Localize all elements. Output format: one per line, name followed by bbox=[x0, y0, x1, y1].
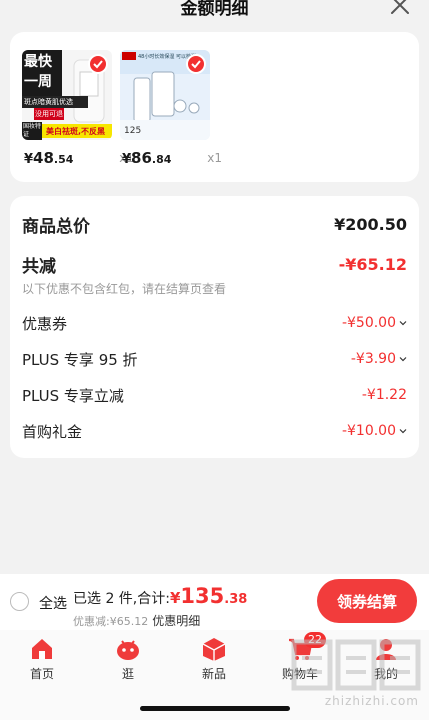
new-products-icon bbox=[202, 638, 226, 661]
discount-amount-text: 优惠减:¥65.12 bbox=[73, 615, 149, 628]
discover-icon bbox=[117, 640, 139, 660]
selected-check-badge[interactable] bbox=[88, 54, 108, 74]
select-all-label[interactable]: 全选 bbox=[39, 593, 67, 613]
image-text-corner: 国妆特证 bbox=[23, 123, 42, 138]
sheet-header: 金额明细 bbox=[0, 0, 429, 26]
total-reduction-value: -¥65.12 bbox=[338, 254, 407, 274]
price-currency: ¥ bbox=[24, 152, 34, 167]
discount-row-coupon[interactable]: 优惠券 -¥50.00 bbox=[22, 311, 407, 335]
total-price-value: ¥200.50 bbox=[334, 214, 407, 234]
selected-total: 已选 2 件,合计:¥135.38 bbox=[73, 584, 247, 608]
discount-value-wrap: -¥10.00 bbox=[342, 423, 407, 439]
home-icon bbox=[32, 639, 52, 659]
discount-label: PLUS 专享 95 折 bbox=[22, 350, 138, 369]
discount-value-wrap: -¥3.90 bbox=[351, 351, 407, 367]
discount-row-plus-95[interactable]: PLUS 专享 95 折 -¥3.90 bbox=[22, 347, 407, 371]
total-integer: 135 bbox=[180, 584, 225, 608]
discount-label: 优惠券 bbox=[22, 314, 68, 333]
discount-value: -¥3.90 bbox=[350, 351, 396, 367]
product-price-row: ¥86.84 x1 bbox=[122, 148, 222, 167]
total-reduction-row: 共减 -¥65.12 bbox=[22, 252, 407, 277]
price-integer: 86 bbox=[131, 149, 152, 167]
price-currency: ¥ bbox=[122, 152, 132, 167]
tab-label: 首页 bbox=[29, 667, 54, 681]
chevron-down-icon[interactable] bbox=[399, 427, 407, 435]
total-reduction-label: 共减 bbox=[22, 256, 56, 277]
discount-note: 以下优惠不包含红包，请在结算页查看 bbox=[22, 282, 227, 296]
product-price-row: ¥48.54 x1 bbox=[24, 148, 134, 167]
discount-row-plus-reduce: PLUS 专享立减 -¥1.22 bbox=[22, 383, 407, 407]
image-text-bottom: 125 bbox=[124, 126, 142, 136]
discount-value: -¥1.22 bbox=[361, 387, 407, 403]
product-quantity: x1 bbox=[207, 151, 222, 165]
close-icon[interactable] bbox=[389, 0, 411, 16]
price-decimal: .84 bbox=[151, 153, 172, 166]
checkout-bar: 全选 已选 2 件,合计:¥135.38 优惠减:¥65.12 优惠明细 领券结算 bbox=[0, 574, 429, 630]
chevron-down-icon[interactable] bbox=[399, 355, 407, 363]
discount-value: -¥50.00 bbox=[341, 315, 396, 331]
checkout-button[interactable]: 领券结算 bbox=[317, 579, 417, 623]
total-currency: ¥ bbox=[169, 589, 181, 607]
discount-value-wrap: -¥50.00 bbox=[342, 315, 407, 331]
discount-detail-link[interactable]: 优惠明细 bbox=[152, 614, 200, 628]
total-price-row: 商品总价 ¥200.50 bbox=[22, 212, 407, 237]
discount-value: -¥10.00 bbox=[341, 423, 396, 439]
price-decimal: .54 bbox=[53, 153, 74, 166]
total-decimal: .38 bbox=[224, 592, 248, 607]
product-item[interactable]: 48小时长效保湿 可以检测 125 ¥86.84 x1 bbox=[120, 50, 230, 167]
tab-new-products[interactable]: 新品 bbox=[184, 636, 244, 682]
product-thumbnail[interactable]: 48小时长效保湿 可以检测 125 bbox=[120, 50, 210, 140]
discount-label: PLUS 专享立减 bbox=[22, 386, 124, 405]
tab-label: 逛 bbox=[121, 667, 134, 681]
product-item[interactable]: 最快一周 斑点暗黄肌优选 没用可退 国妆特证 美白祛斑,不反黑 ¥48.54 x… bbox=[22, 50, 134, 167]
product-thumbnail[interactable]: 最快一周 斑点暗黄肌优选 没用可退 国妆特证 美白祛斑,不反黑 bbox=[22, 50, 112, 140]
sheet-title: 金额明细 bbox=[180, 0, 249, 19]
home-indicator bbox=[140, 706, 290, 711]
discount-row-first-purchase[interactable]: 首购礼金 -¥10.00 bbox=[22, 419, 407, 443]
total-price-label: 商品总价 bbox=[22, 216, 90, 237]
selected-count-text: 已选 2 件,合计: bbox=[73, 591, 170, 607]
price-integer: 48 bbox=[33, 149, 54, 167]
select-all-radio[interactable] bbox=[10, 592, 29, 611]
check-icon bbox=[93, 60, 103, 69]
watermark-url: zhizhizhi.com bbox=[324, 694, 419, 708]
discount-label: 首购礼金 bbox=[22, 422, 83, 441]
image-text-bottom: 美白祛斑,不反黑 bbox=[46, 127, 106, 136]
chevron-down-icon[interactable] bbox=[399, 319, 407, 327]
image-text-main: 最快一周 bbox=[24, 54, 52, 90]
tab-label: 新品 bbox=[201, 667, 226, 681]
tab-home[interactable]: 首页 bbox=[12, 636, 72, 682]
price-summary-card: 商品总价 ¥200.50 共减 -¥65.12 以下优惠不包含红包，请在结算页查… bbox=[10, 196, 419, 458]
image-text-tag: 没用可退 bbox=[35, 110, 63, 118]
check-icon bbox=[191, 60, 201, 69]
products-card: 最快一周 斑点暗黄肌优选 没用可退 国妆特证 美白祛斑,不反黑 ¥48.54 x… bbox=[10, 32, 419, 182]
discount-summary: 优惠减:¥65.12 优惠明细 bbox=[73, 612, 200, 629]
image-text-sub: 斑点暗黄肌优选 bbox=[24, 98, 73, 106]
tab-discover[interactable]: 逛 bbox=[98, 636, 158, 682]
selected-check-badge[interactable] bbox=[186, 54, 206, 74]
